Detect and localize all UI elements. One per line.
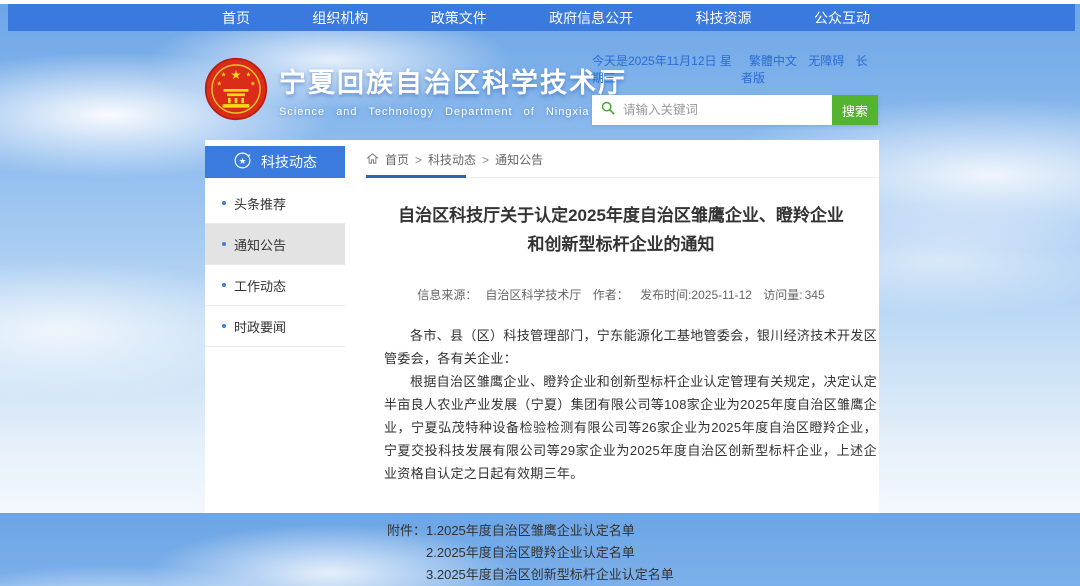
sidebar-item-political-news[interactable]: 时政要闻: [205, 306, 345, 347]
breadcrumb-section[interactable]: 科技动态: [428, 151, 476, 168]
sidebar-item-headlines[interactable]: 头条推荐: [205, 183, 345, 224]
svg-text:★: ★: [230, 68, 241, 82]
article-title: 自治区科技厅关于认定2025年度自治区雏鹰企业、瞪羚企业 和创新型标杆企业的通知: [363, 201, 879, 259]
content-wrapper: ★ 科技动态 头条推荐 通知公告 工作动态 时政要闻: [205, 140, 879, 513]
header-tools: 今天是2025年11月12日 星期三 繁體中文 无障碍 长者版 搜索: [592, 52, 878, 125]
home-icon: [366, 152, 385, 168]
current-date: 今天是2025年11月12日 星期三: [592, 52, 741, 86]
breadcrumb-divider: [363, 175, 878, 178]
svg-text:★: ★: [216, 80, 222, 87]
meta-source-label: 信息来源：: [417, 288, 477, 302]
search-input[interactable]: [623, 103, 824, 117]
nav-item-gov-info-disclosure[interactable]: 政府信息公开: [549, 8, 633, 28]
tech-news-icon: ★: [233, 151, 252, 173]
bullet-dot-icon: [222, 242, 226, 246]
sidebar-item-label: 头条推荐: [234, 194, 286, 213]
attachment-link-2[interactable]: 2.2025年度自治区瞪羚企业认定名单: [426, 542, 674, 564]
national-emblem-icon: ★ ★ ★ ★ ★: [204, 57, 268, 121]
site-title: 宁夏回族自治区科学技术厅: [279, 61, 627, 100]
link-accessibility[interactable]: 无障碍: [808, 54, 844, 68]
site-brand: ★ ★ ★ ★ ★ 宁夏回族自治区科学技术厅 Science and Techn…: [204, 57, 627, 121]
article-paragraph: 各市、县（区）科技管理部门，宁东能源化工基地管委会，银川经济技术开发区管委会，各…: [384, 324, 877, 370]
nav-item-home[interactable]: 首页: [222, 8, 250, 28]
link-traditional-chinese[interactable]: 繁體中文: [749, 54, 797, 68]
meta-source-value: 自治区科学技术厅: [485, 288, 581, 302]
meta-author-label: 作者：: [593, 288, 629, 302]
breadcrumb: 首页 > 科技动态 > 通知公告: [363, 140, 879, 175]
nav-item-organization[interactable]: 组织机构: [312, 8, 368, 28]
svg-text:★: ★: [221, 72, 227, 79]
site-subtitle: Science and Technology Department of Nin…: [279, 106, 627, 118]
sidebar-title: 科技动态: [261, 152, 317, 172]
sidebar-item-work-trends[interactable]: 工作动态: [205, 265, 345, 306]
sidebar-item-label: 通知公告: [234, 235, 286, 254]
svg-text:★: ★: [246, 72, 252, 79]
breadcrumb-current: 通知公告: [495, 151, 543, 168]
meta-publish-date: 2025-11-12: [691, 288, 752, 302]
breadcrumb-separator: >: [415, 153, 422, 167]
article-paragraph: 根据自治区雏鹰企业、瞪羚企业和创新型标杆企业认定管理有关规定，决定认定半亩良人农…: [384, 370, 877, 485]
search-icon: [600, 100, 616, 121]
top-navigation: 首页 组织机构 政策文件 政府信息公开 科技资源 公众互动: [8, 4, 1075, 31]
article-title-line1: 自治区科技厅关于认定2025年度自治区雏鹰企业、瞪羚企业: [363, 201, 879, 230]
bullet-dot-icon: [222, 324, 226, 328]
sidebar: ★ 科技动态 头条推荐 通知公告 工作动态 时政要闻: [205, 146, 345, 347]
nav-item-policy-documents[interactable]: 政策文件: [431, 8, 487, 28]
article-meta: 信息来源： 自治区科学技术厅 作者： 发布时间:2025-11-12 访问量:34…: [363, 286, 879, 303]
attachments-label: 附件：: [387, 520, 426, 586]
breadcrumb-home[interactable]: 首页: [385, 151, 409, 168]
nav-item-tech-resources[interactable]: 科技资源: [696, 8, 752, 28]
svg-text:★: ★: [250, 80, 256, 87]
sidebar-header: ★ 科技动态: [205, 146, 345, 178]
sidebar-item-label: 工作动态: [234, 276, 286, 295]
meta-visits-label: 访问量:: [763, 288, 802, 302]
attachments: 附件： 1.2025年度自治区雏鹰企业认定名单 2.2025年度自治区瞪羚企业认…: [387, 520, 879, 586]
search-bar: 搜索: [592, 95, 878, 125]
meta-publish-label: 发布时间:: [640, 288, 691, 302]
article-body: 各市、县（区）科技管理部门，宁东能源化工基地管委会，银川经济技术开发区管委会，各…: [384, 324, 877, 485]
sidebar-item-notices[interactable]: 通知公告: [205, 224, 345, 265]
main-content: 首页 > 科技动态 > 通知公告 自治区科技厅关于认定2025年度自治区雏鹰企业…: [363, 140, 879, 513]
meta-visits-value: 345: [805, 288, 825, 302]
attachment-link-1[interactable]: 1.2025年度自治区雏鹰企业认定名单: [426, 520, 674, 542]
bullet-dot-icon: [222, 283, 226, 287]
attachment-link-3[interactable]: 3.2025年度自治区创新型标杆企业认定名单: [426, 564, 674, 586]
search-button[interactable]: 搜索: [832, 95, 878, 125]
bullet-dot-icon: [222, 201, 226, 205]
svg-text:★: ★: [239, 156, 247, 166]
sidebar-item-label: 时政要闻: [234, 317, 286, 336]
article-title-line2: 和创新型标杆企业的通知: [363, 230, 879, 259]
nav-item-public-interaction[interactable]: 公众互动: [814, 8, 870, 28]
breadcrumb-separator: >: [482, 153, 489, 167]
